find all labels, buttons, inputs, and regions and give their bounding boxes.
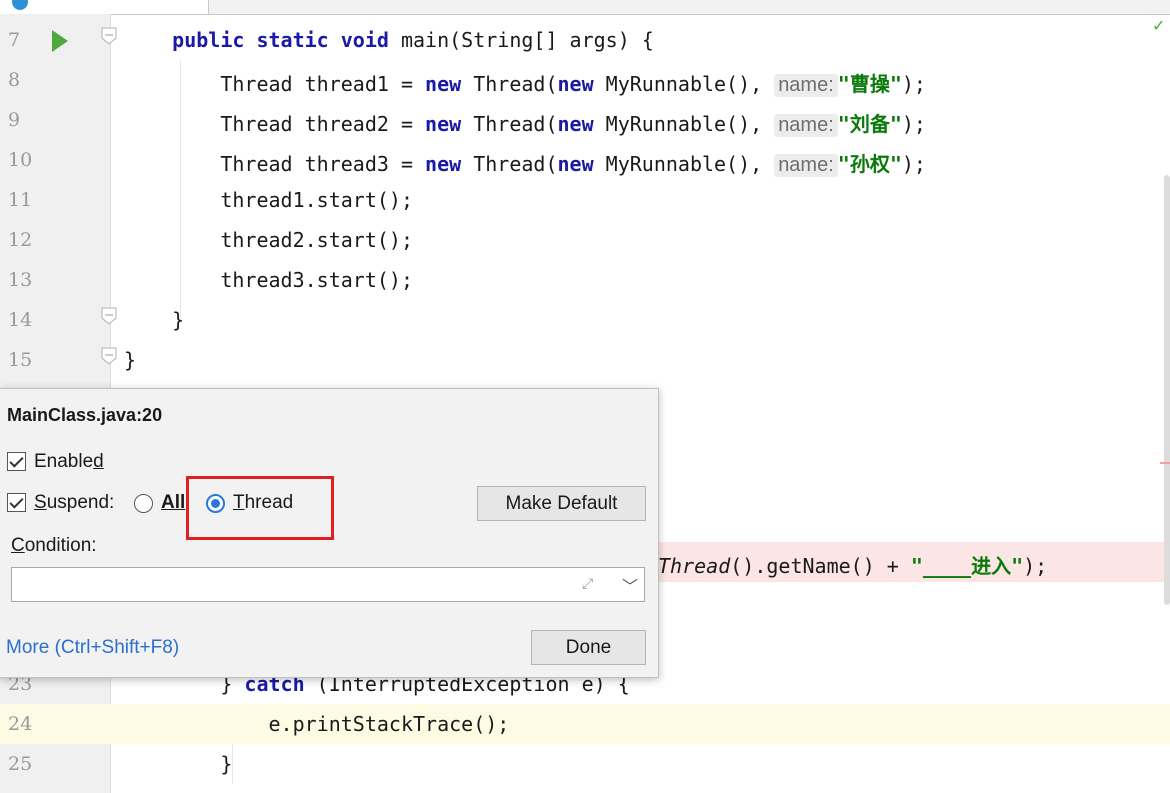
code-line[interactable]: 13 thread3.start();: [0, 260, 1170, 300]
annotation-highlight-box: [186, 476, 334, 540]
line-number[interactable]: 12: [8, 229, 38, 251]
code-string: "曹操": [837, 72, 902, 96]
code-token: Thread(: [461, 112, 558, 136]
parameter-hint: name:: [774, 74, 838, 97]
code-token: e.printStackTrace();: [124, 712, 510, 736]
code-token: );: [901, 112, 926, 136]
code-keyword: new: [425, 152, 462, 176]
enabled-label[interactable]: Enabled: [34, 451, 104, 473]
code-token: );: [901, 72, 926, 96]
code-keyword: new: [557, 152, 594, 176]
fold-icon[interactable]: [100, 346, 118, 366]
code-line[interactable]: 14 }: [0, 300, 1170, 340]
code-line[interactable]: 24 e.printStackTrace();: [0, 704, 1170, 744]
code-string: "____进入": [910, 554, 1024, 578]
code-string: "刘备": [837, 112, 902, 136]
breakpoint-location-title: MainClass.java:20: [7, 405, 163, 425]
indent-guide: [180, 60, 181, 320]
code-token: );: [1023, 554, 1048, 578]
code-text[interactable]: }: [124, 348, 136, 372]
editor-tab[interactable]: [0, 0, 209, 14]
code-token: Thread: [658, 554, 731, 578]
code-text[interactable]: e.printStackTrace();: [124, 712, 509, 736]
run-icon[interactable]: [52, 30, 68, 52]
condition-input[interactable]: [11, 567, 645, 602]
code-token: thread2.start();: [124, 228, 413, 252]
code-keyword: new: [557, 72, 594, 96]
code-keyword: public static void: [172, 28, 389, 52]
fold-icon[interactable]: [100, 26, 118, 46]
condition-label: Condition:: [11, 535, 97, 556]
code-text[interactable]: Thread thread3 = new Thread(new MyRunnab…: [124, 148, 926, 177]
code-line[interactable]: 15}: [0, 340, 1170, 380]
code-text[interactable]: }: [124, 308, 184, 332]
line-number[interactable]: 10: [8, 149, 38, 171]
code-line[interactable]: 12 thread2.start();: [0, 220, 1170, 260]
code-string: "孙权": [837, 152, 902, 176]
suspend-all-radio[interactable]: [134, 494, 153, 513]
code-token: }: [124, 348, 137, 372]
parameter-hint: name:: [774, 114, 838, 137]
code-token: ().getName() +: [730, 554, 911, 578]
enabled-checkbox[interactable]: [7, 452, 26, 471]
code-token: main(String[] args) {: [388, 28, 654, 52]
expand-icon[interactable]: ⤢: [582, 575, 593, 592]
error-stripe-marker[interactable]: [1160, 462, 1170, 464]
check-icon: ✓: [1152, 16, 1166, 35]
line-number[interactable]: 13: [8, 269, 38, 291]
more-options-link[interactable]: More (Ctrl+Shift+F8): [6, 637, 179, 659]
code-text[interactable]: }: [124, 752, 232, 776]
line-number[interactable]: 24: [8, 713, 38, 735]
code-keyword: new: [425, 112, 462, 136]
code-token: Thread thread1 =: [124, 72, 426, 96]
code-token: }: [124, 752, 233, 776]
code-text[interactable]: public static void main(String[] args) {: [124, 28, 654, 52]
code-line[interactable]: 11 thread1.start();: [0, 180, 1170, 220]
suspend-all-label[interactable]: All: [161, 492, 185, 514]
code-token: Thread thread2 =: [124, 112, 426, 136]
suspend-checkbox[interactable]: [7, 493, 26, 512]
code-keyword: new: [425, 72, 462, 96]
code-token: Thread(: [461, 72, 558, 96]
code-text[interactable]: Thread thread1 = new Thread(new MyRunnab…: [124, 68, 926, 97]
code-line[interactable]: 8 Thread thread1 = new Thread(new MyRunn…: [0, 60, 1170, 100]
code-token: }: [124, 308, 185, 332]
line-number[interactable]: 25: [8, 753, 38, 775]
line-number[interactable]: 15: [8, 349, 38, 371]
code-keyword: new: [557, 112, 594, 136]
parameter-hint: name:: [774, 154, 838, 177]
code-token: Thread thread3 =: [124, 152, 426, 176]
suspend-label[interactable]: Suspend:: [34, 492, 114, 514]
code-line[interactable]: 10 Thread thread3 = new Thread(new MyRun…: [0, 140, 1170, 180]
java-class-icon: [12, 0, 28, 10]
code-line[interactable]: 7 public static void main(String[] args)…: [0, 20, 1170, 60]
done-button[interactable]: Done: [531, 630, 646, 665]
code-text[interactable]: thread2.start();: [124, 228, 413, 252]
code-token: );: [901, 152, 926, 176]
code-text[interactable]: thread3.start();: [124, 268, 413, 292]
chevron-down-icon[interactable]: ﹀: [622, 573, 638, 597]
code-token: MyRunnable(),: [593, 72, 763, 96]
code-token: thread3.start();: [124, 268, 413, 292]
editor-tab-strip: [0, 0, 1170, 15]
code-token: MyRunnable(),: [593, 112, 763, 136]
code-token: MyRunnable(),: [593, 152, 763, 176]
code-text[interactable]: Thread thread2 = new Thread(new MyRunnab…: [124, 108, 926, 137]
code-token: thread1.start();: [124, 188, 413, 212]
code-token: Thread(: [461, 152, 558, 176]
line-number[interactable]: 14: [8, 309, 38, 331]
fold-icon[interactable]: [100, 306, 118, 326]
line-number[interactable]: 9: [8, 109, 38, 131]
code-text[interactable]: thread1.start();: [124, 188, 413, 212]
line-number[interactable]: 7: [8, 29, 38, 51]
code-text[interactable]: Thread().getName() + "____进入");: [658, 550, 1047, 579]
code-line[interactable]: 25 }: [0, 744, 1170, 784]
make-default-button[interactable]: Make Default: [477, 486, 646, 521]
line-number[interactable]: 11: [8, 189, 38, 211]
code-line[interactable]: 9 Thread thread2 = new Thread(new MyRunn…: [0, 100, 1170, 140]
editor-scrollbar[interactable]: [1164, 175, 1170, 605]
line-number[interactable]: 8: [8, 69, 38, 91]
